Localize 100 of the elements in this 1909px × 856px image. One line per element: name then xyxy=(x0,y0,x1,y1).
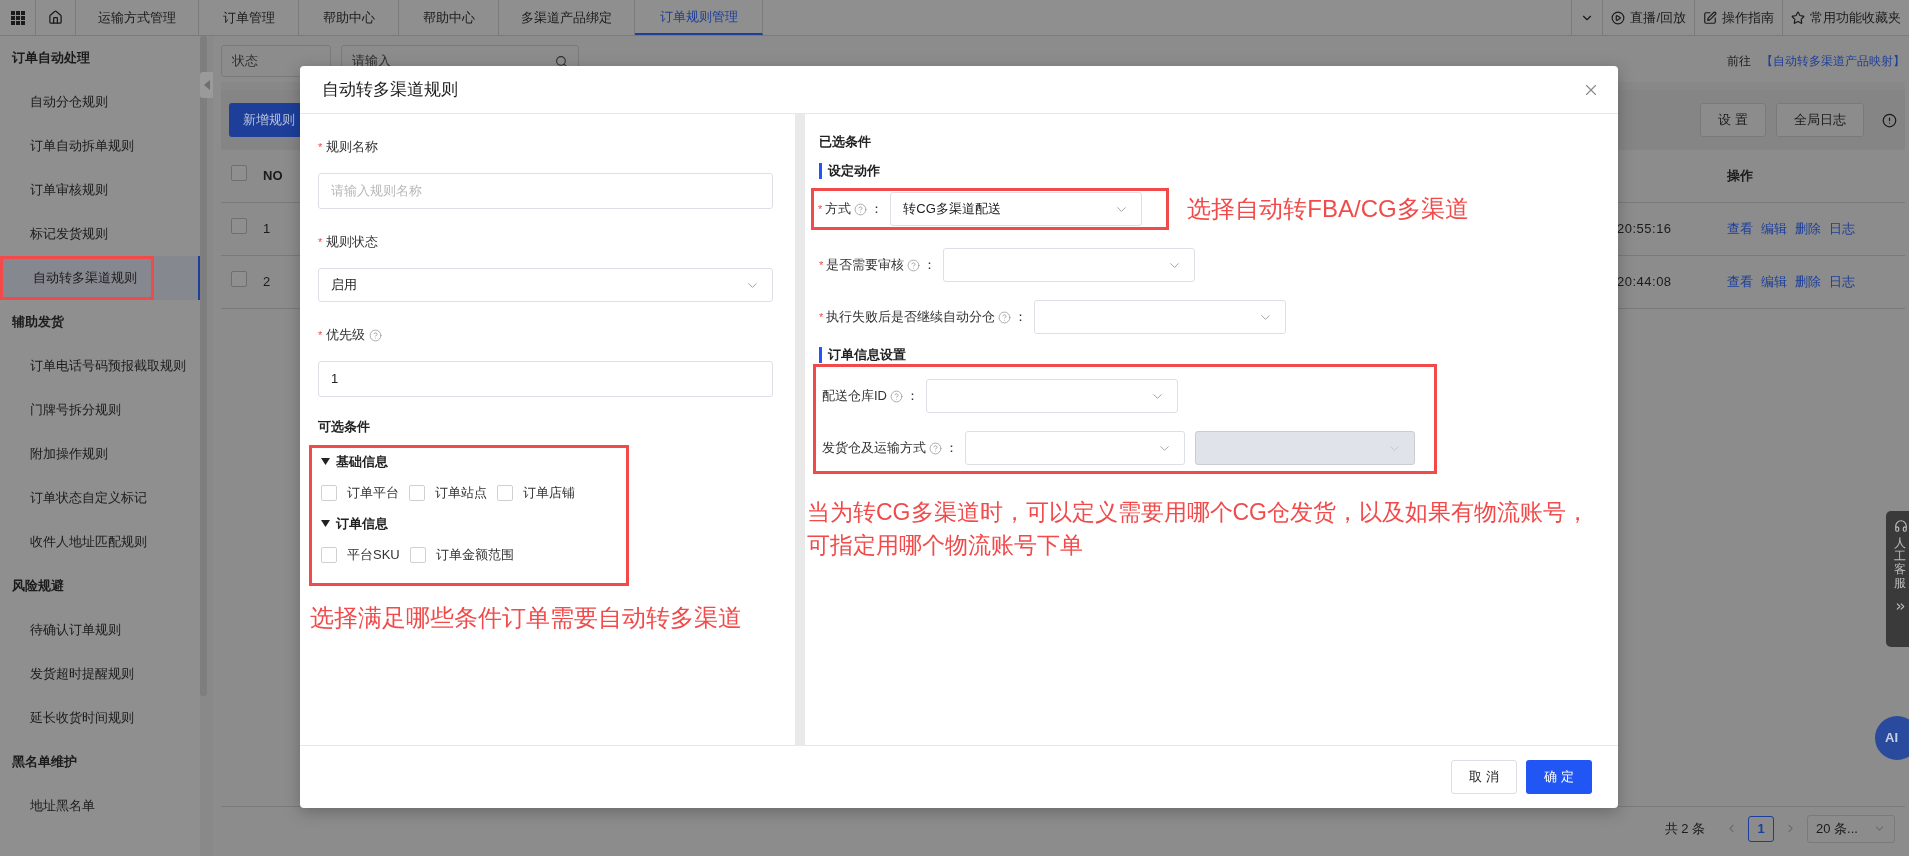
label-colon: ： xyxy=(906,387,919,406)
sidebar-group-title: 订单自动处理 xyxy=(11,49,91,68)
support-widget[interactable]: 人工客服 xyxy=(1886,511,1909,647)
section-title: 可选条件 xyxy=(318,418,371,436)
edit-icon xyxy=(1703,10,1717,25)
sidebar-item[interactable]: 订单电话号码预报截取规则 xyxy=(0,344,200,388)
select-field[interactable] xyxy=(926,379,1178,413)
scrollbar[interactable] xyxy=(200,36,207,696)
info-icon[interactable] xyxy=(1882,112,1897,128)
nav-tab[interactable]: 订单规则管理 xyxy=(635,0,763,35)
play-icon xyxy=(1611,10,1626,25)
sidebar-item[interactable]: 自动分仓规则 xyxy=(0,80,200,124)
sidebar-item[interactable]: 订单自动拆单规则 xyxy=(0,124,200,168)
required-mark: * xyxy=(819,257,824,273)
required-mark: * xyxy=(318,139,323,155)
field-label: 执行失败后是否继续自动分仓 xyxy=(826,308,996,327)
sidebar-item[interactable]: 待确认订单规则 xyxy=(0,608,200,652)
annotation-text: 选择自动转FBA/CG多渠道 xyxy=(1187,194,1469,224)
page-size-select[interactable]: 20 条... xyxy=(1807,814,1895,843)
select-field[interactable] xyxy=(1034,300,1287,334)
toolbar-button[interactable]: 全局日志 xyxy=(1776,103,1864,137)
select-field[interactable] xyxy=(965,431,1185,465)
mapping-link[interactable]: 【自动转多渠道产品映射】 xyxy=(1761,52,1905,70)
select-field[interactable]: 转CG多渠道配送 xyxy=(890,192,1143,226)
nav-tab[interactable]: 运输方式管理 xyxy=(76,0,199,35)
section-heading: 设定动作 xyxy=(828,162,880,181)
sidebar-item[interactable]: 收件人地址匹配规则 xyxy=(0,520,200,564)
support-label: 人工客服 xyxy=(1894,537,1906,590)
collapse-handle[interactable] xyxy=(200,72,213,98)
action-link[interactable]: 查看 xyxy=(1727,219,1753,239)
toolbar-button[interactable]: 设 置 xyxy=(1700,103,1766,137)
checkbox-label: 订单平台 xyxy=(347,483,399,502)
nav-tab[interactable]: 帮助中心 xyxy=(299,0,399,35)
help-icon[interactable] xyxy=(369,328,383,342)
total-count: 共 2 条 xyxy=(1664,819,1705,838)
help-icon[interactable] xyxy=(907,258,921,272)
field-label: 配送仓库ID xyxy=(822,387,887,406)
action-link[interactable]: 查看 xyxy=(1727,272,1753,292)
field-label: 规则名称 xyxy=(326,138,379,157)
label-colon: ： xyxy=(1014,308,1028,327)
sidebar-item[interactable]: 附加操作规则 xyxy=(0,432,200,476)
section-heading: 订单信息设置 xyxy=(828,346,906,365)
checkbox-label: 平台SKU xyxy=(347,545,400,564)
sidebar-item[interactable]: 自动转多渠道规则 xyxy=(0,256,200,300)
column-header: NO xyxy=(263,167,284,186)
table-cell-text: 1 xyxy=(263,220,272,239)
checkbox-label: 订单站点 xyxy=(435,483,487,502)
action-link[interactable]: 编辑 xyxy=(1761,219,1787,239)
sidebar-item[interactable]: 门牌号拆分规则 xyxy=(0,388,200,432)
table-cell-text: 2 xyxy=(263,273,272,292)
collapse-icon xyxy=(203,80,210,90)
field-label: 发货仓及运输方式 xyxy=(822,439,926,458)
select-field[interactable]: 启用 xyxy=(318,268,773,302)
field-label: 规则状态 xyxy=(326,233,379,252)
nav-tab[interactable]: 多渠道产品绑定 xyxy=(499,0,635,35)
sidebar-item[interactable]: 标记发货规则 xyxy=(0,212,200,256)
sidebar-item[interactable]: 订单状态自定义标记 xyxy=(0,476,200,520)
checkbox[interactable] xyxy=(231,271,247,288)
help-icon[interactable] xyxy=(998,310,1012,324)
checkbox[interactable] xyxy=(231,165,247,181)
sidebar-item[interactable]: 订单审核规则 xyxy=(0,168,200,212)
apps-grid-icon[interactable] xyxy=(10,10,25,25)
sidebar-group-title: 辅助发货 xyxy=(11,313,65,332)
action-link[interactable]: 删除 xyxy=(1795,272,1821,292)
toolbar-link[interactable]: 常用功能收藏夹 xyxy=(1782,0,1909,35)
search-icon xyxy=(555,54,568,68)
goto-label: 前往 xyxy=(1727,53,1751,70)
caret-down-icon[interactable] xyxy=(321,457,330,466)
star-icon xyxy=(1791,10,1805,25)
help-icon[interactable] xyxy=(929,441,942,455)
sidebar-group-title: 风险规避 xyxy=(11,577,65,596)
cancel-button[interactable]: 取 消 xyxy=(1451,760,1517,794)
nav-tab[interactable]: 帮助中心 xyxy=(399,0,499,35)
checkbox[interactable] xyxy=(231,218,247,235)
ai-button[interactable]: AI xyxy=(1875,716,1909,760)
page-number[interactable]: 1 xyxy=(1748,815,1774,842)
toolbar-link[interactable]: 直播/回放 xyxy=(1602,0,1694,35)
nav-tab[interactable]: 订单管理 xyxy=(199,0,299,35)
required-mark: * xyxy=(318,327,323,343)
action-link[interactable]: 编辑 xyxy=(1761,272,1787,292)
sidebar-item[interactable]: 地址黑名单 xyxy=(0,784,200,828)
field-label: 优先级 xyxy=(326,326,366,345)
help-icon[interactable] xyxy=(890,389,903,403)
help-icon[interactable] xyxy=(854,202,868,216)
caret-down-icon[interactable] xyxy=(321,519,330,528)
action-link[interactable]: 日志 xyxy=(1829,272,1855,292)
confirm-button[interactable]: 确 定 xyxy=(1526,760,1592,794)
field-label: 是否需要审核 xyxy=(826,256,905,275)
label-colon: ： xyxy=(923,256,937,275)
table-cell-text: 20:44:08 xyxy=(1617,273,1673,292)
toolbar-link[interactable]: 操作指南 xyxy=(1694,0,1782,35)
home-icon[interactable] xyxy=(48,10,63,25)
sidebar-item[interactable]: 发货超时提醒规则 xyxy=(0,652,200,696)
label-colon: ： xyxy=(870,200,884,219)
action-link[interactable]: 删除 xyxy=(1795,219,1821,239)
action-link[interactable]: 日志 xyxy=(1829,219,1855,239)
sidebar-item[interactable]: 延长收货时间规则 xyxy=(0,696,200,740)
group-title: 基础信息 xyxy=(336,452,388,471)
select-field[interactable] xyxy=(943,248,1196,282)
input-field[interactable]: 1 xyxy=(318,361,773,397)
